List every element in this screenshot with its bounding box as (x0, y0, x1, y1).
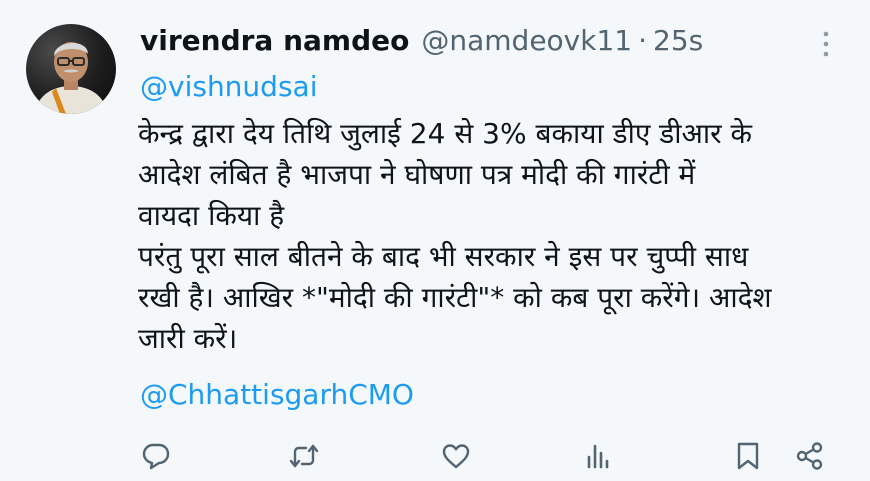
tweet-text-line: परंतु पूरा साल बीतने के बाद भी सरकार ने … (138, 240, 749, 273)
mention-link[interactable]: @vishnudsai (140, 70, 317, 103)
reply-icon (142, 443, 170, 470)
bookmark-button[interactable] (728, 434, 768, 478)
like-button[interactable] (436, 434, 476, 478)
tweet-meta: @namdeovk11 · 25s (421, 24, 703, 57)
tweet-card[interactable]: virendra namdeo @namdeovk11 · 25s @vishnud… (0, 0, 870, 481)
tweet-header: virendra namdeo @namdeovk11 · 25s (140, 24, 810, 64)
share-button[interactable] (790, 434, 830, 478)
action-bar (0, 434, 870, 478)
more-options-icon[interactable] (822, 30, 830, 58)
tweet-text-line: वायदा किया है (138, 199, 285, 232)
bookmark-icon (737, 442, 759, 470)
author-handle[interactable]: @namdeovk11 (421, 24, 632, 57)
views-button[interactable] (578, 434, 618, 478)
tweet-text-line: केन्द्र द्वारा देय तिथि जुलाई 24 से 3% ब… (138, 117, 752, 150)
retweet-button[interactable] (284, 434, 324, 478)
reply-button[interactable] (136, 434, 176, 478)
views-icon (587, 444, 609, 469)
tweet-timestamp[interactable]: 25s (653, 24, 703, 57)
tweet-text-line: आदेश लंबित है भाजपा ने घोषणा पत्र मोदी क… (138, 158, 696, 191)
like-icon (442, 444, 470, 469)
meta-separator: · (638, 24, 647, 57)
avatar[interactable] (26, 24, 116, 114)
tweet-text: केन्द्र द्वारा देय तिथि जुलाई 24 से 3% ब… (138, 113, 848, 359)
author-name[interactable]: virendra namdeo (140, 24, 409, 57)
mention-link[interactable]: @ChhattisgarhCMO (140, 378, 414, 411)
share-icon (796, 442, 823, 470)
tweet-text-line: जारी करें। (138, 322, 238, 355)
retweet-icon (289, 444, 319, 468)
tweet-text-line: रखी है। आखिर *"मोदी की गारंटी"* को कब पू… (138, 281, 772, 314)
